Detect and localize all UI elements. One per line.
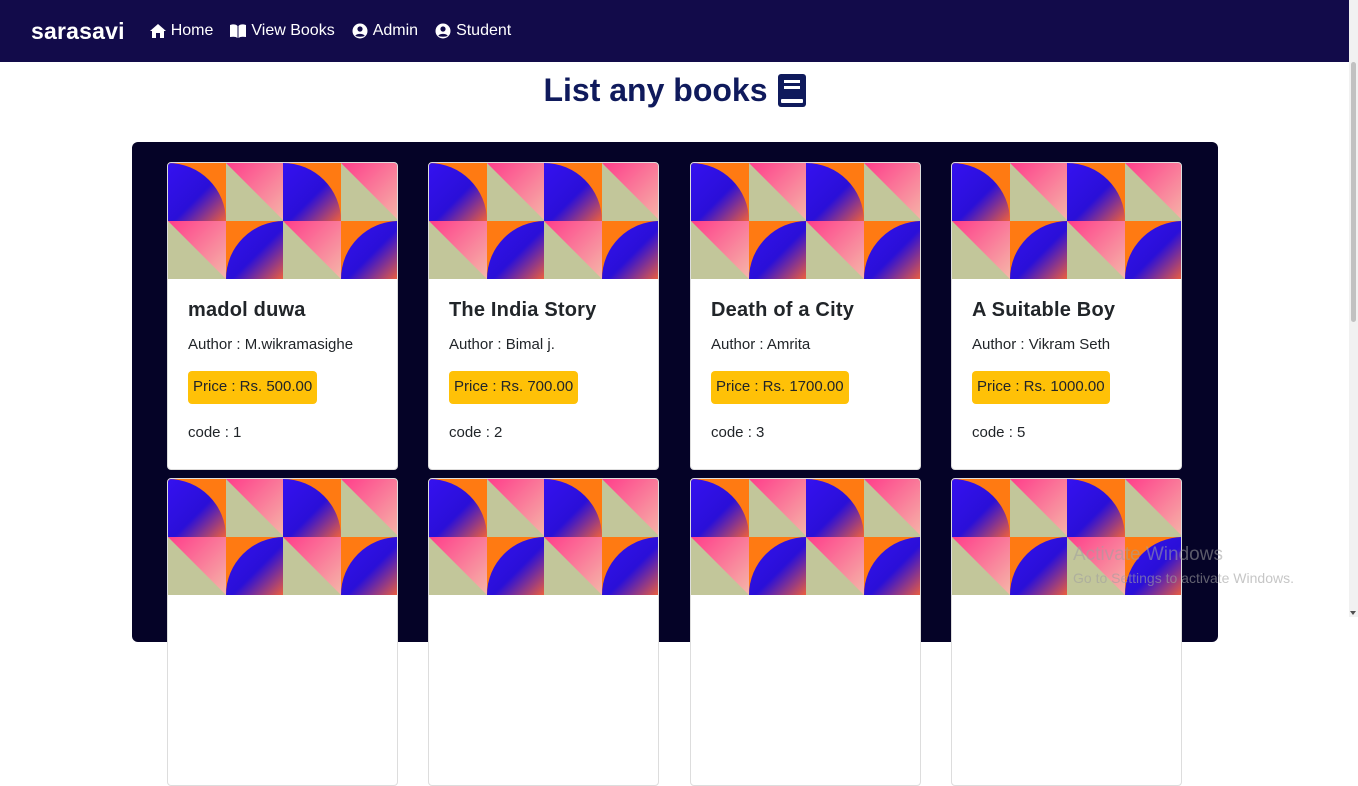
book-title: madol duwa — [188, 299, 306, 321]
nav-item-admin[interactable]: Admin — [351, 22, 418, 40]
scroll-down-arrow-icon[interactable] — [1350, 611, 1356, 615]
book-code: code : 2 — [449, 424, 503, 441]
book-card[interactable]: The India Story Author : Bimal j. Price … — [428, 162, 659, 470]
home-icon — [149, 24, 166, 38]
book-title: The India Story — [449, 299, 597, 321]
nav-item-label: Student — [456, 22, 512, 39]
book-cover-image — [429, 479, 658, 595]
price-badge: Price : Rs. 1700.00 — [711, 371, 849, 404]
book-cover-image — [168, 479, 397, 595]
book-author: Author : Bimal j. — [449, 336, 555, 353]
price-badge: Price : Rs. 1000.00 — [972, 371, 1110, 404]
books-panel: madol duwa Author : M.wikramasighe Price… — [132, 142, 1218, 786]
price-badge: Price : Rs. 500.00 — [188, 371, 318, 404]
page-title-text: List any books — [543, 72, 768, 108]
book-author: Author : Vikram Seth — [972, 336, 1111, 353]
book-card[interactable] — [428, 478, 659, 786]
brand-logo[interactable]: sarasavi — [31, 18, 125, 45]
scrollbar-thumb[interactable] — [1351, 62, 1356, 322]
book-cover-image — [952, 163, 1181, 279]
book-card[interactable]: A Suitable Boy Author : Vikram Seth Pric… — [951, 162, 1182, 470]
user-circle-icon — [352, 23, 368, 39]
nav-item-label: Admin — [372, 22, 419, 39]
book-card[interactable] — [690, 478, 921, 786]
book-card[interactable]: madol duwa Author : M.wikramasighe Price… — [167, 162, 398, 470]
book-title: Death of a City — [711, 299, 855, 321]
nav-item-label: Home — [170, 22, 214, 39]
book-author: Author : Amrita — [711, 336, 811, 353]
price-badge: Price : Rs. 700.00 — [449, 371, 579, 404]
book-card[interactable]: Death of a City Author : Amrita Price : … — [690, 162, 921, 470]
windows-activation-watermark-title: Activate Windows — [1073, 544, 1223, 565]
nav-item-view-books[interactable]: View Books — [229, 22, 335, 40]
book-cover-image — [429, 163, 658, 279]
book-cover-image — [168, 163, 397, 279]
book-icon — [777, 74, 806, 107]
book-card[interactable] — [167, 478, 398, 786]
book-code: code : 3 — [711, 424, 765, 441]
nav-item-student[interactable]: Student — [434, 22, 511, 40]
book-title: A Suitable Boy — [972, 299, 1116, 321]
book-code: code : 1 — [188, 424, 242, 441]
book-code: code : 5 — [972, 424, 1026, 441]
page-title: List any books — [0, 72, 1349, 109]
book-cover-image — [691, 163, 920, 279]
nav-item-home[interactable]: Home — [149, 22, 214, 40]
book-open-icon — [230, 24, 247, 38]
nav-item-label: View Books — [251, 22, 335, 39]
windows-activation-watermark-subtitle: Go to Settings to activate Windows. — [1073, 570, 1294, 586]
book-cover-image — [691, 479, 920, 595]
vertical-scrollbar[interactable] — [1349, 0, 1358, 617]
book-card[interactable] — [951, 478, 1182, 786]
top-navbar: sarasavi Home View Books Admin Student — [0, 0, 1358, 62]
user-circle-icon — [435, 23, 451, 39]
book-author: Author : M.wikramasighe — [188, 336, 354, 353]
